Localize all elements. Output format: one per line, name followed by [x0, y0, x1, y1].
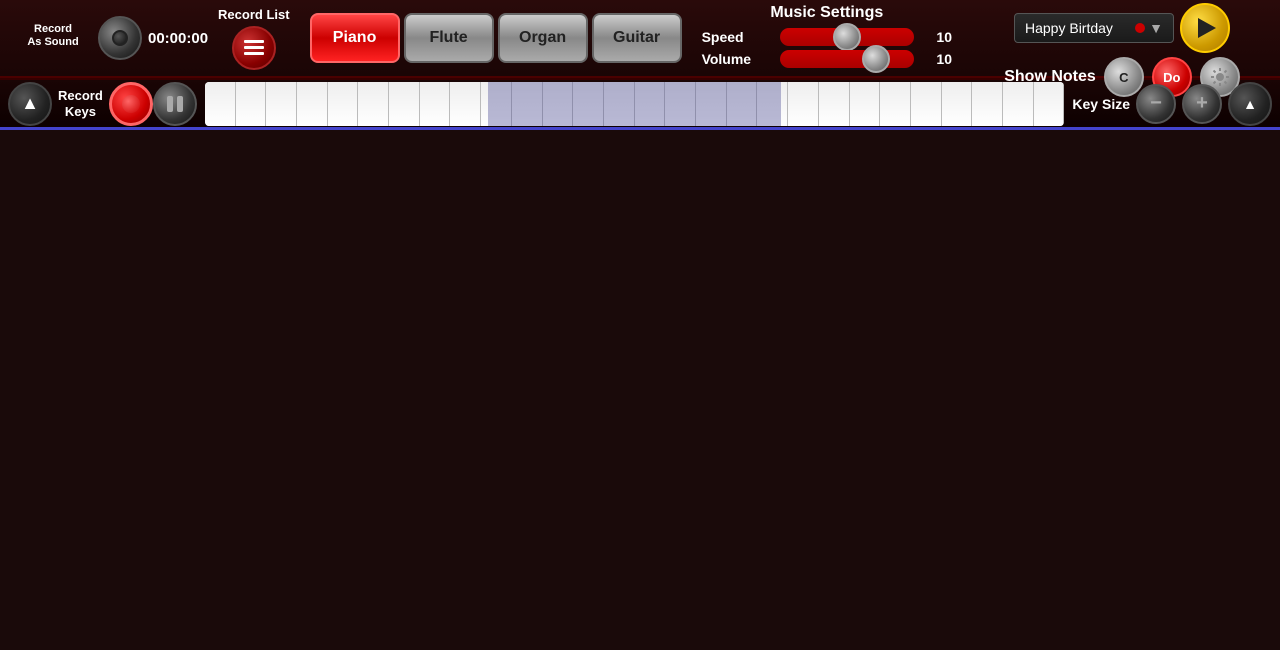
- keys-bar: ▲ RecordKeys Key Size − + ▲: [0, 78, 1280, 130]
- pause-bar-right: [177, 96, 183, 112]
- volume-slider-track[interactable]: [780, 50, 914, 68]
- volume-knob[interactable]: [862, 45, 890, 73]
- record-keys-icon: [122, 95, 140, 113]
- record-line1: Record: [34, 23, 72, 35]
- pause-button[interactable]: [153, 82, 197, 126]
- record-button-inner: [112, 30, 128, 46]
- play-icon: [1198, 18, 1216, 38]
- song-dropdown[interactable]: Happy Birtday ▼: [1014, 13, 1174, 43]
- key-size-decrease-button[interactable]: −: [1136, 84, 1176, 124]
- music-settings-title: Music Settings: [770, 4, 883, 22]
- timer-display: 00:00:00: [148, 30, 208, 47]
- piano-tab[interactable]: Piano: [310, 13, 400, 63]
- scroll-right-button[interactable]: ▲: [1228, 82, 1272, 126]
- song-row: Happy Birtday ▼: [1014, 3, 1230, 53]
- key-size-section: Key Size − + ▲: [1072, 82, 1272, 126]
- speed-knob[interactable]: [833, 23, 861, 51]
- instrument-tabs: Piano Flute Organ Guitar: [310, 13, 682, 63]
- speed-slider-track[interactable]: [780, 28, 914, 46]
- speed-label: Speed: [702, 29, 772, 45]
- music-settings-section: Music Settings Speed 10 Volume 10: [682, 4, 972, 72]
- organ-tab[interactable]: Organ: [498, 13, 588, 63]
- volume-row: Volume 10: [702, 50, 952, 68]
- record-as-sound-section: Record As Sound: [8, 23, 98, 53]
- guitar-tab[interactable]: Guitar: [592, 13, 682, 63]
- record-list-section: Record List: [218, 7, 290, 70]
- speed-row: Speed 10: [702, 28, 952, 46]
- record-list-label: Record List: [218, 7, 290, 22]
- volume-label: Volume: [702, 51, 772, 67]
- dropdown-arrow-icon: ▼: [1149, 20, 1163, 36]
- record-as-sound-label: Record As Sound: [27, 23, 78, 49]
- key-size-increase-button[interactable]: +: [1182, 84, 1222, 124]
- play-button[interactable]: [1180, 3, 1230, 53]
- recording-indicator: [1135, 23, 1145, 33]
- key-size-label: Key Size: [1072, 96, 1130, 112]
- top-bar: Record As Sound 00:00:00 Record List Pia…: [0, 0, 1280, 78]
- song-name: Happy Birtday: [1025, 20, 1113, 36]
- list-icon: [242, 39, 266, 57]
- record-as-sound-button[interactable]: [98, 16, 142, 60]
- record-list-button[interactable]: [232, 26, 276, 70]
- mini-keyboard: [205, 82, 1065, 126]
- flute-tab[interactable]: Flute: [404, 13, 494, 63]
- pause-bar-left: [167, 96, 173, 112]
- volume-value: 10: [922, 51, 952, 67]
- record-line2: As Sound: [27, 36, 78, 48]
- record-keys-label: RecordKeys: [58, 88, 103, 119]
- scroll-left-button[interactable]: ▲: [8, 82, 52, 126]
- record-keys-button[interactable]: [109, 82, 153, 126]
- speed-value: 10: [922, 29, 952, 45]
